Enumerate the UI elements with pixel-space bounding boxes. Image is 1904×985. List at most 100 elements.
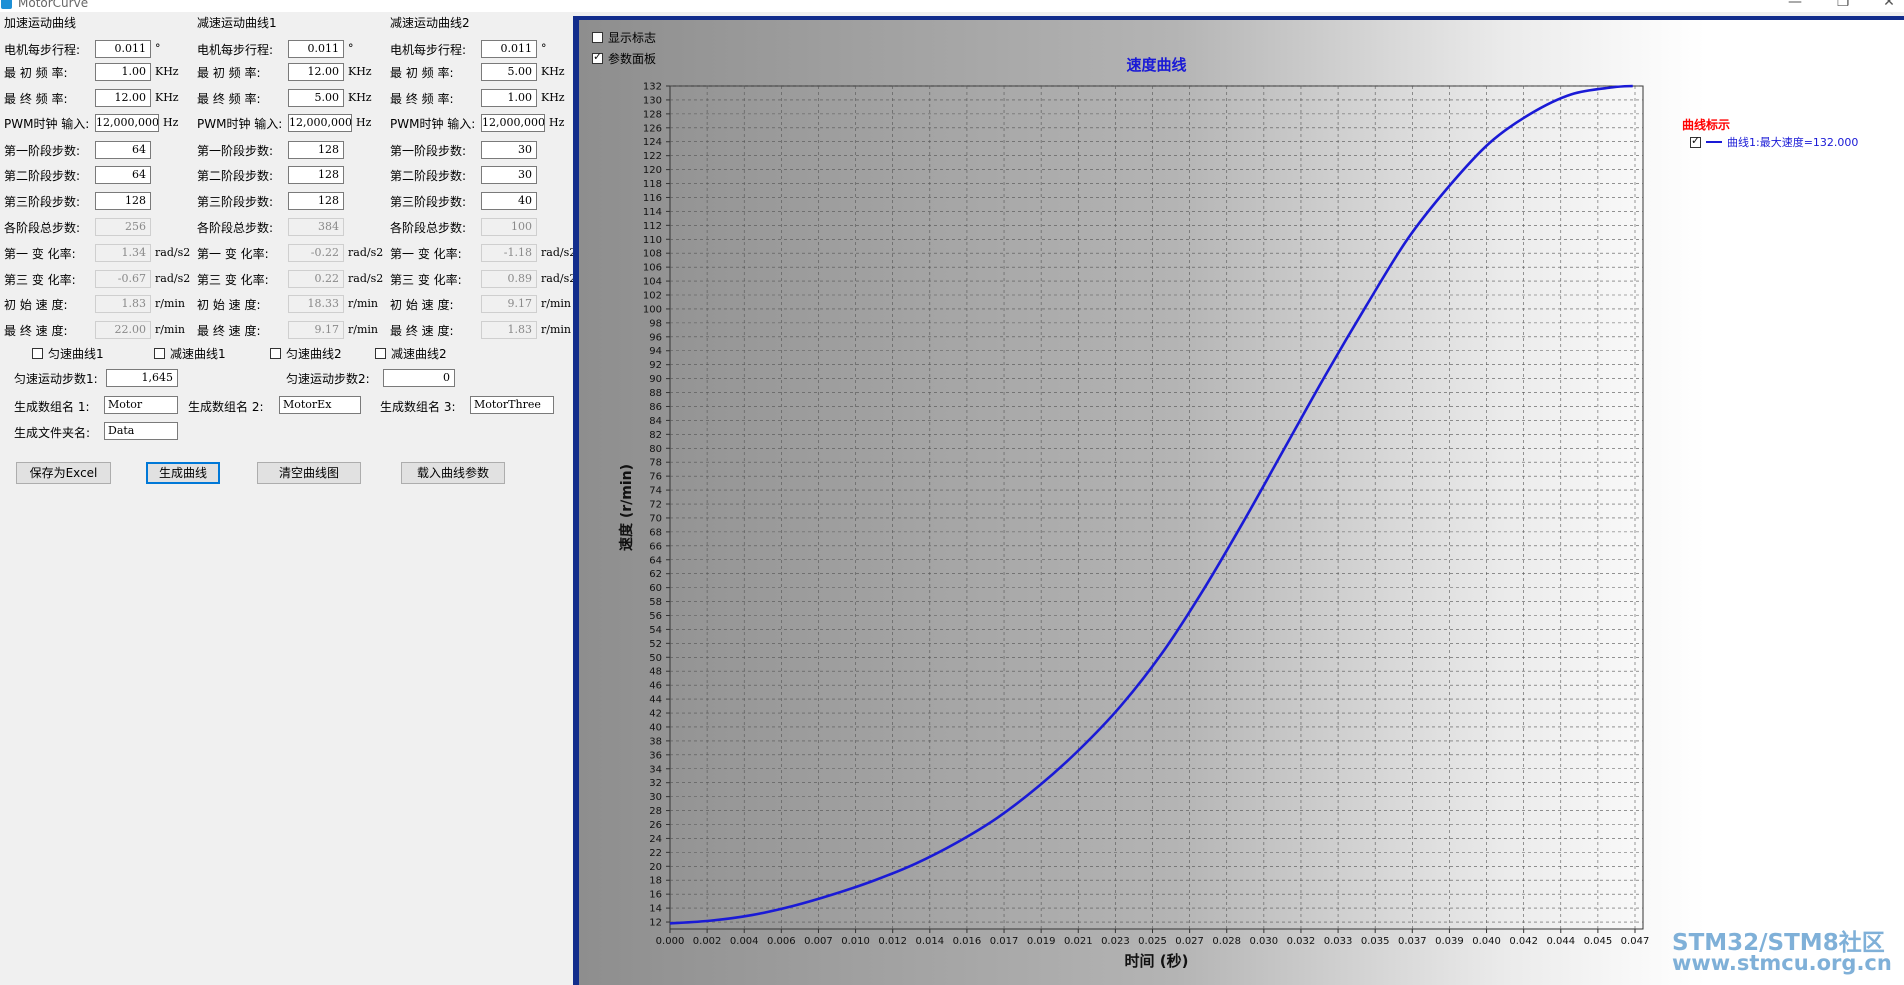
pwm-input[interactable]: 12,000,000: [481, 114, 545, 132]
final-speed-unit: r/min: [155, 323, 185, 336]
init-freq-unit: KHz: [541, 65, 565, 78]
stage1-input[interactable]: 128: [288, 141, 344, 159]
y-tick-label: 34: [649, 764, 662, 775]
x-tick-label: 0.040: [1472, 936, 1501, 947]
step-travel-label: 电机每步行程:: [197, 43, 274, 57]
stage1-input[interactable]: 30: [481, 141, 537, 159]
checkbox-box[interactable]: [270, 348, 281, 359]
stage2-input[interactable]: 30: [481, 166, 537, 184]
app-icon: [1, 0, 12, 9]
clear-chart-button[interactable]: 清空曲线图: [257, 462, 361, 484]
y-tick-label: 32: [649, 778, 662, 789]
stage1-input[interactable]: 64: [95, 141, 151, 159]
x-tick-label: 0.030: [1250, 936, 1279, 947]
decel-curve2-checkbox[interactable]: 减速曲线2: [375, 345, 447, 362]
init-speed-unit: r/min: [348, 297, 378, 310]
stage3-label: 第三阶段步数:: [197, 195, 274, 209]
close-icon[interactable]: ✕: [1874, 0, 1904, 10]
save-excel-button[interactable]: 保存为Excel: [16, 462, 111, 484]
y-tick-label: 28: [649, 806, 662, 817]
stage3-input[interactable]: 128: [288, 192, 344, 210]
checkbox-box[interactable]: [154, 348, 165, 359]
stage2-input[interactable]: 128: [288, 166, 344, 184]
final-freq-input[interactable]: 1.00: [481, 89, 537, 107]
stage1-label: 第一阶段步数:: [197, 144, 274, 158]
uniform-steps2-input[interactable]: 0: [383, 369, 455, 387]
group-title: 加速运动曲线: [4, 16, 77, 30]
chart-title: 速度曲线: [1126, 56, 1186, 74]
y-tick-label: 116: [643, 193, 662, 204]
pwm-input[interactable]: 12,000,000: [95, 114, 159, 132]
checkbox-box[interactable]: [375, 348, 386, 359]
init-speed-label: 初 始 速 度:: [390, 298, 454, 312]
load-params-button[interactable]: 载入曲线参数: [401, 462, 505, 484]
init-speed-input: 1.83: [95, 295, 151, 313]
legend-title: 曲线标示: [1682, 118, 1731, 132]
step-travel-unit: °: [348, 42, 354, 55]
folder-name-input[interactable]: Data: [104, 422, 178, 440]
array-name2-label: 生成数组名 2:: [188, 400, 264, 414]
rate1-unit: rad/s2: [348, 246, 384, 259]
final-freq-unit: KHz: [155, 91, 179, 104]
decel-curve1-label: 减速曲线1: [170, 347, 226, 361]
checkbox-box[interactable]: [32, 348, 43, 359]
minimize-icon[interactable]: —: [1780, 0, 1810, 10]
step-travel-input[interactable]: 0.011: [95, 40, 151, 58]
stage3-label: 第三阶段步数:: [4, 195, 81, 209]
stage2-label: 第二阶段步数:: [390, 169, 467, 183]
array-name3-input[interactable]: MotorThree: [470, 396, 554, 414]
final-freq-unit: KHz: [541, 91, 565, 104]
step-travel-input[interactable]: 0.011: [288, 40, 344, 58]
decel-curve1-checkbox[interactable]: 减速曲线1: [154, 345, 226, 362]
legend-entry[interactable]: 曲线1:最大速度=132.000: [1690, 134, 1858, 150]
rate3-unit: rad/s2: [155, 272, 191, 285]
stage2-input[interactable]: 64: [95, 166, 151, 184]
rate3-unit: rad/s2: [541, 272, 577, 285]
y-tick-label: 38: [649, 736, 662, 747]
array-name1-label: 生成数组名 1:: [14, 400, 90, 414]
window-title: MotorCurve: [18, 0, 89, 10]
step-travel-label: 电机每步行程:: [4, 43, 81, 57]
init-freq-label: 最 初 频 率:: [390, 66, 454, 80]
final-freq-input[interactable]: 12.00: [95, 89, 151, 107]
legend-checkbox[interactable]: [1690, 134, 1701, 148]
array-name1-input[interactable]: Motor: [104, 396, 178, 414]
init-speed-label: 初 始 速 度:: [4, 298, 68, 312]
uniform-steps1-input[interactable]: 1,645: [106, 369, 178, 387]
rate3-label: 第三 变 化率:: [390, 273, 462, 287]
x-tick-label: 0.037: [1398, 936, 1427, 947]
folder-name-label: 生成文件夹名:: [14, 426, 91, 440]
y-tick-label: 84: [649, 416, 662, 427]
x-tick-label: 0.004: [730, 936, 759, 947]
rate1-input: 1.34: [95, 244, 151, 262]
init-freq-input[interactable]: 5.00: [481, 63, 537, 81]
y-tick-label: 36: [649, 750, 662, 761]
init-freq-input[interactable]: 1.00: [95, 63, 151, 81]
step-travel-input[interactable]: 0.011: [481, 40, 537, 58]
y-tick-label: 94: [649, 346, 662, 357]
total-input: 100: [481, 218, 537, 236]
y-tick-label: 114: [643, 207, 662, 218]
init-freq-input[interactable]: 12.00: [288, 63, 344, 81]
x-axis-label: 时间 (秒): [1125, 952, 1189, 970]
stage3-input[interactable]: 128: [95, 192, 151, 210]
uniform-curve1-checkbox[interactable]: 匀速曲线1: [32, 345, 104, 362]
y-tick-label: 14: [649, 904, 662, 915]
generate-curve-button[interactable]: 生成曲线: [146, 462, 220, 484]
y-tick-label: 120: [643, 165, 662, 176]
y-tick-label: 12: [649, 918, 662, 929]
x-tick-label: 0.002: [693, 936, 722, 947]
stage3-input[interactable]: 40: [481, 192, 537, 210]
final-freq-label: 最 终 频 率:: [390, 92, 454, 106]
y-tick-label: 100: [643, 304, 662, 315]
array-name2-input[interactable]: MotorEx: [279, 396, 361, 414]
final-speed-label: 最 终 速 度:: [390, 324, 454, 338]
y-tick-label: 68: [649, 527, 662, 538]
pwm-input[interactable]: 12,000,000: [288, 114, 352, 132]
y-tick-label: 122: [643, 151, 662, 162]
rate3-unit: rad/s2: [348, 272, 384, 285]
restore-icon[interactable]: ❐: [1828, 0, 1858, 10]
uniform-curve2-checkbox[interactable]: 匀速曲线2: [270, 345, 342, 362]
final-freq-input[interactable]: 5.00: [288, 89, 344, 107]
group-title: 减速运动曲线1: [197, 16, 277, 30]
